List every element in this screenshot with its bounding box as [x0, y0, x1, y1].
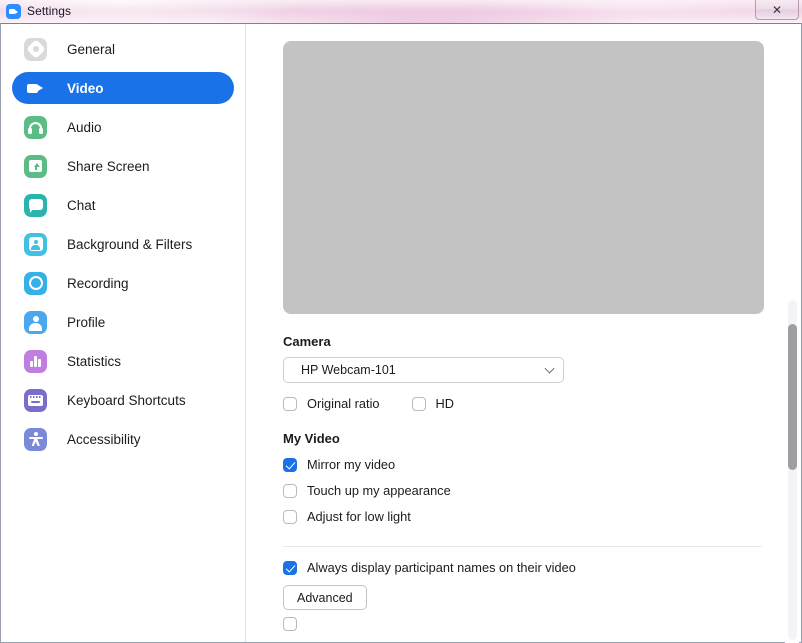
sidebar-item-video[interactable]: Video [12, 72, 234, 104]
sidebar-item-label: Profile [67, 314, 106, 330]
settings-scrollbar[interactable] [785, 25, 799, 643]
screen-share-icon [24, 154, 47, 178]
sidebar-item-label: Video [67, 80, 104, 96]
keyboard-icon [24, 388, 47, 412]
close-icon: ✕ [771, 2, 783, 17]
sidebar-item-audio[interactable]: Audio [12, 111, 234, 143]
camera-select-value: HP Webcam-101 [301, 363, 396, 377]
checkbox-box [283, 457, 297, 472]
sidebar-item-label: Keyboard Shortcuts [67, 392, 186, 408]
camera-options-row: Original ratio HD [283, 396, 785, 411]
close-button[interactable]: ✕ [755, 0, 799, 20]
video-settings-panel: Camera HP Webcam-101 Original ratio HD M… [247, 24, 785, 642]
advanced-button[interactable]: Advanced [283, 585, 367, 610]
sidebar-item-label: Statistics [67, 353, 122, 369]
sidebar-item-profile[interactable]: Profile [12, 306, 234, 338]
checkbox-label: HD [435, 396, 455, 411]
person-frame-icon [24, 232, 47, 256]
sidebar-item-accessibility[interactable]: Accessibility [12, 423, 234, 455]
section-divider [283, 546, 762, 547]
sidebar-item-label: Background & Filters [67, 236, 193, 252]
zoom-camera-icon [6, 4, 21, 19]
touch-up-appearance-checkbox[interactable]: Touch up my appearance [283, 483, 785, 498]
sidebar-item-label: General [67, 41, 116, 57]
checkbox-label: Touch up my appearance [307, 483, 451, 498]
checkbox-box [411, 396, 426, 411]
gear-icon [24, 37, 47, 61]
checkbox-box [283, 396, 297, 411]
checkbox-label: Mirror my video [307, 457, 396, 472]
partially-visible-checkbox[interactable] [283, 617, 297, 631]
checkbox-label: Adjust for low light [307, 509, 411, 524]
chat-bubble-icon [24, 193, 47, 217]
window-title: Settings [27, 4, 72, 18]
checkbox-box [283, 560, 297, 575]
bar-chart-icon [24, 349, 47, 373]
accessibility-icon [24, 427, 47, 451]
sidebar-item-label: Share Screen [67, 158, 150, 174]
checkbox-box [283, 483, 297, 498]
person-icon [24, 310, 47, 334]
sidebar-item-general[interactable]: General [12, 33, 234, 65]
sidebar-item-label: Recording [67, 275, 129, 291]
sidebar-item-label: Accessibility [67, 431, 141, 447]
scrollbar-thumb[interactable] [788, 324, 797, 470]
camera-section-heading: Camera [283, 334, 331, 349]
camera-select[interactable]: HP Webcam-101 [283, 357, 564, 383]
video-camera-icon [24, 77, 47, 100]
original-ratio-checkbox[interactable]: Original ratio [283, 396, 380, 411]
settings-window: General Video Audio Share Screen Chat Ba… [0, 23, 802, 643]
checkbox-box [283, 509, 297, 524]
mirror-my-video-checkbox[interactable]: Mirror my video [283, 457, 785, 472]
sidebar-item-share-screen[interactable]: Share Screen [12, 150, 234, 182]
chevron-down-icon [544, 363, 555, 374]
checkbox-label: Always display participant names on thei… [307, 560, 576, 575]
sidebar-item-recording[interactable]: Recording [12, 267, 234, 299]
camera-preview [283, 41, 764, 314]
headphones-icon [24, 115, 47, 139]
sidebar-item-background-filters[interactable]: Background & Filters [12, 228, 234, 260]
titlebar-sheen [0, 0, 802, 11]
adjust-low-light-checkbox[interactable]: Adjust for low light [283, 509, 785, 524]
sidebar-item-statistics[interactable]: Statistics [12, 345, 234, 377]
sidebar-item-chat[interactable]: Chat [12, 189, 234, 221]
sidebar-item-keyboard-shortcuts[interactable]: Keyboard Shortcuts [12, 384, 234, 416]
sidebar-item-label: Audio [67, 119, 102, 135]
display-participant-names-checkbox[interactable]: Always display participant names on thei… [283, 560, 785, 575]
title-bar: Settings ✕ [0, 0, 802, 23]
checkbox-label: Original ratio [307, 396, 380, 411]
sidebar-item-label: Chat [67, 197, 96, 213]
my-video-section-heading: My Video [283, 431, 340, 446]
settings-sidebar: General Video Audio Share Screen Chat Ba… [1, 24, 246, 642]
hd-checkbox[interactable]: HD [411, 396, 455, 411]
record-ring-icon [24, 271, 47, 295]
